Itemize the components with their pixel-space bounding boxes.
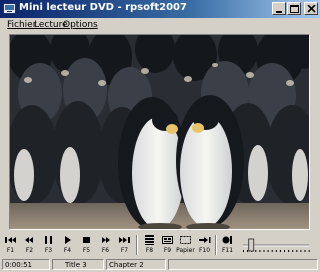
status-time: 0:00:51 [5,261,32,269]
status-title: Title 3 [65,261,87,269]
status-chapter-field: Chapter 2 [106,259,166,270]
menu-options-label: Options [63,20,98,30]
next-chapter-button[interactable]: F10 [195,232,214,257]
status-title-field: Title 3 [52,259,104,270]
dvd-app-icon [3,3,16,14]
skip-to-start-icon [5,237,16,243]
volume-tick [259,250,261,252]
skip-to-end-key-label: F7 [120,247,129,254]
subtitle-icon [222,236,232,244]
volume-tick [279,250,281,252]
volume-tick [243,250,244,252]
menu-options[interactable]: Options [63,20,98,30]
menu-bar: Fichier Lecture Options [0,18,320,32]
volume-slider[interactable] [239,236,313,254]
volume-tick [284,250,285,252]
play-icon [65,236,71,244]
volume-tick [288,250,290,252]
volume-tick [247,250,249,252]
maximize-icon [290,5,299,13]
volume-slider-graphic [243,238,310,252]
subtitle-key-label: F11 [221,247,234,254]
app-window: Mini lecteur DVD - rpsoft2007 Fichier Le… [0,0,320,272]
volume-tick [296,250,298,252]
pause-icon [45,236,52,244]
minimize-icon [276,11,282,13]
stop-icon [83,237,90,243]
video-display[interactable] [9,34,310,230]
skip-to-end-button[interactable]: F7 [115,232,134,257]
video-frame-image [10,35,309,229]
volume-tick [255,250,257,252]
next-chapter-icon [199,237,211,243]
volume-tick [304,250,306,252]
volume-tick [271,250,273,252]
close-icon [307,5,316,13]
maximize-button[interactable] [287,2,301,15]
menu-fichier[interactable]: Fichier [7,20,36,30]
status-bar: 0:00:51 Title 3 Chapter 2 [0,258,320,272]
volume-thumb[interactable] [248,238,255,252]
volume-tick [308,250,310,252]
volume-tick [263,250,265,252]
capture-icon [180,236,191,244]
window-title: Mini lecteur DVD - rpsoft2007 [19,2,187,13]
status-time-field: 0:00:51 [2,259,50,270]
chapters-icon [162,236,173,244]
fast-forward-icon [102,237,110,243]
menu-fichier-label: Fichier [7,20,37,30]
subtitle-button[interactable]: F11 [218,232,237,257]
minimize-button[interactable] [272,2,286,15]
rewind-icon [25,237,33,243]
skip-to-end-icon [119,237,130,243]
volume-tick [292,250,294,252]
status-empty-field [168,259,318,270]
close-button[interactable] [304,2,318,15]
status-chapter: Chapter 2 [109,261,144,269]
title-bar[interactable]: Mini lecteur DVD - rpsoft2007 [0,0,320,18]
volume-tick [300,250,302,252]
menu-list-icon [145,235,154,245]
volume-tick [275,250,277,252]
volume-tick [267,250,269,252]
